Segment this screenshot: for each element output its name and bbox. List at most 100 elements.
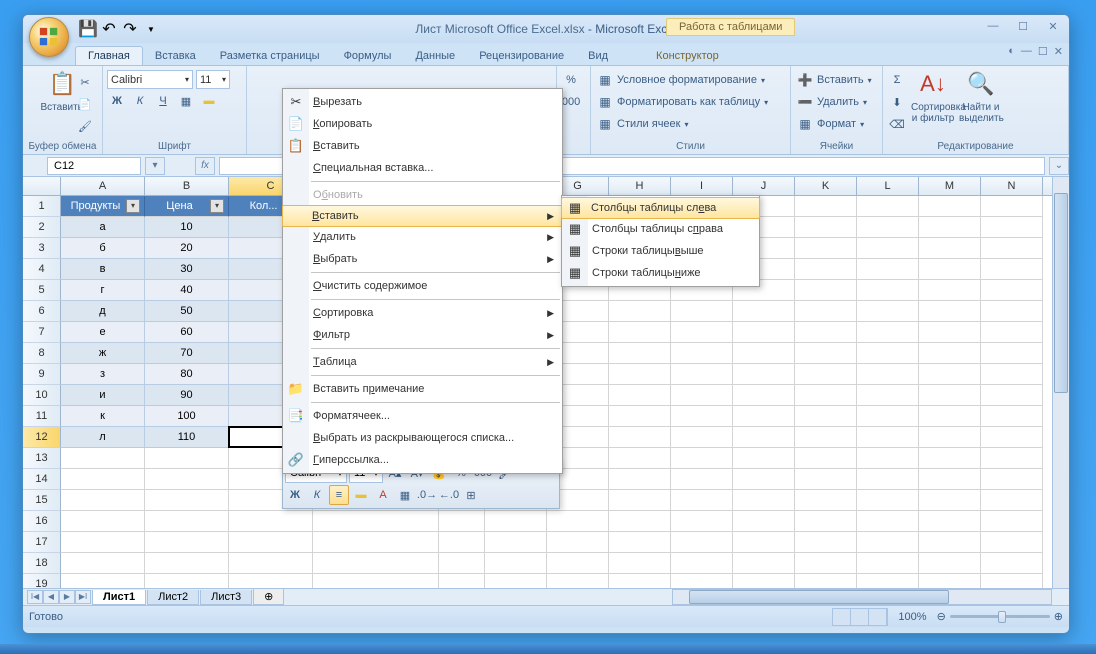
sub-close-icon[interactable]: ✕: [1054, 45, 1063, 58]
col-header-M[interactable]: M: [919, 177, 981, 195]
cell[interactable]: [919, 490, 981, 511]
bold-button[interactable]: Ж: [107, 91, 127, 111]
cell[interactable]: [919, 406, 981, 427]
cell[interactable]: [439, 532, 485, 553]
table-cell[interactable]: з: [61, 364, 145, 385]
cell[interactable]: [145, 532, 229, 553]
row-header-1[interactable]: 1: [23, 196, 61, 217]
cell[interactable]: [857, 322, 919, 343]
first-sheet-icon[interactable]: I◀: [27, 590, 43, 604]
cell[interactable]: [857, 385, 919, 406]
cell[interactable]: [609, 574, 671, 588]
fill-icon[interactable]: ⬇: [887, 92, 907, 112]
cell[interactable]: [229, 553, 313, 574]
cell[interactable]: [981, 427, 1043, 448]
cell[interactable]: [795, 469, 857, 490]
table-cell[interactable]: е: [61, 322, 145, 343]
table-cell[interactable]: г: [61, 280, 145, 301]
col-header-N[interactable]: N: [981, 177, 1043, 195]
table-cell[interactable]: 100: [145, 406, 229, 427]
cell[interactable]: [609, 448, 671, 469]
cell[interactable]: [313, 574, 439, 588]
cell[interactable]: [733, 385, 795, 406]
cell[interactable]: [981, 343, 1043, 364]
cell[interactable]: [919, 511, 981, 532]
cell[interactable]: [145, 448, 229, 469]
cell[interactable]: [439, 574, 485, 588]
row-header-18[interactable]: 18: [23, 553, 61, 574]
cell[interactable]: [61, 511, 145, 532]
new-sheet-button[interactable]: ⊕: [253, 589, 284, 605]
ctx-item[interactable]: Очистить содержимое: [283, 275, 562, 297]
zoom-level[interactable]: 100%: [892, 611, 932, 623]
submenu-item[interactable]: ▦Строки таблицы ниже: [562, 262, 759, 284]
cell[interactable]: [795, 322, 857, 343]
view-pagebreak-icon[interactable]: [869, 609, 887, 625]
cell[interactable]: [795, 280, 857, 301]
help-icon[interactable]: ◐: [1008, 45, 1015, 58]
mini-merge-icon[interactable]: ⊞: [461, 485, 481, 505]
submenu-item[interactable]: ▦Столбцы таблицы справа: [562, 218, 759, 240]
cell[interactable]: [609, 490, 671, 511]
cell[interactable]: [857, 469, 919, 490]
cell[interactable]: [981, 532, 1043, 553]
horizontal-scrollbar[interactable]: [672, 589, 1052, 605]
cell[interactable]: [795, 259, 857, 280]
cell[interactable]: [919, 322, 981, 343]
cell[interactable]: [919, 280, 981, 301]
tab-home[interactable]: Главная: [75, 46, 143, 65]
qat-dropdown-icon[interactable]: ▼: [142, 20, 160, 38]
cell[interactable]: [671, 553, 733, 574]
col-header-L[interactable]: L: [857, 177, 919, 195]
mini-center-icon[interactable]: ≡: [329, 485, 349, 505]
table-cell[interactable]: б: [61, 238, 145, 259]
sheet-tab[interactable]: Лист2: [147, 590, 199, 605]
vscroll-thumb[interactable]: [1054, 193, 1068, 393]
table-cell[interactable]: 110: [145, 427, 229, 448]
cell[interactable]: [61, 532, 145, 553]
cell[interactable]: [795, 448, 857, 469]
ctx-item[interactable]: Обновить: [283, 184, 562, 206]
cell[interactable]: [795, 196, 857, 217]
cell[interactable]: [795, 385, 857, 406]
cell[interactable]: [857, 427, 919, 448]
italic-button[interactable]: К: [130, 91, 150, 111]
cell[interactable]: [981, 385, 1043, 406]
cell[interactable]: [919, 448, 981, 469]
cell[interactable]: [609, 427, 671, 448]
cell[interactable]: [795, 343, 857, 364]
ctx-item[interactable]: Специальная вставка...: [283, 157, 562, 179]
cell[interactable]: [313, 553, 439, 574]
cell[interactable]: [671, 490, 733, 511]
select-all-button[interactable]: [23, 177, 61, 195]
submenu-item[interactable]: ▦Строки таблицы выше: [562, 240, 759, 262]
table-cell[interactable]: 10: [145, 217, 229, 238]
row-header-3[interactable]: 3: [23, 238, 61, 259]
format-as-table-button[interactable]: ▦Форматировать как таблицу▾: [595, 92, 786, 112]
cell[interactable]: [981, 574, 1043, 588]
clear-icon[interactable]: ⌫: [887, 114, 907, 134]
cell[interactable]: [795, 511, 857, 532]
cell[interactable]: [609, 385, 671, 406]
cell[interactable]: [313, 511, 439, 532]
cell[interactable]: [547, 574, 609, 588]
cell[interactable]: [485, 553, 547, 574]
border-button[interactable]: ▦: [176, 91, 196, 111]
cell-styles-button[interactable]: ▦Стили ячеек▾: [595, 114, 786, 134]
cell[interactable]: [733, 469, 795, 490]
cell[interactable]: [609, 343, 671, 364]
cell[interactable]: [733, 301, 795, 322]
save-icon[interactable]: 💾: [79, 20, 97, 38]
cell[interactable]: [439, 511, 485, 532]
cell[interactable]: [857, 259, 919, 280]
tab-view[interactable]: Вид: [576, 47, 620, 65]
table-cell[interactable]: в: [61, 259, 145, 280]
mini-font-color-icon[interactable]: A: [373, 485, 393, 505]
cell[interactable]: [981, 217, 1043, 238]
mini-increase-decimal-icon[interactable]: .0→: [417, 485, 437, 505]
cell[interactable]: [671, 364, 733, 385]
col-header-K[interactable]: K: [795, 177, 857, 195]
prev-sheet-icon[interactable]: ◀: [43, 590, 59, 604]
cell[interactable]: [609, 406, 671, 427]
copy-icon[interactable]: 📄: [75, 94, 95, 114]
